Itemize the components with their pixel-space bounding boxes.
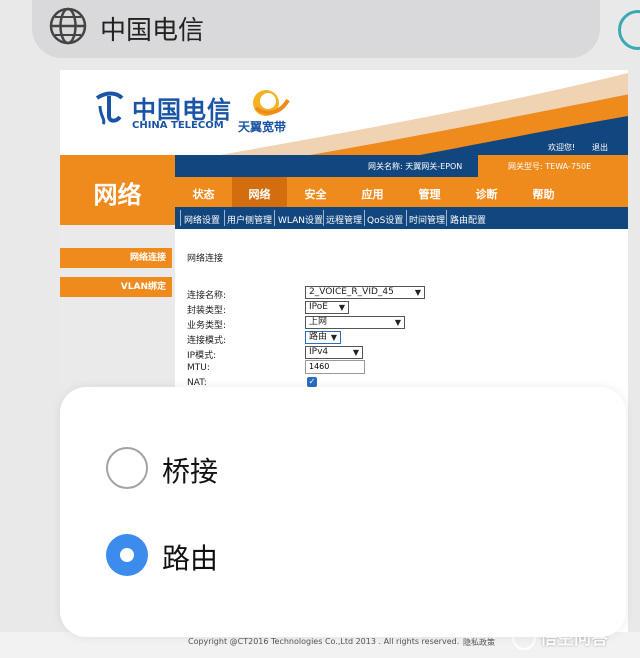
tab-diagnostics[interactable]: 诊断 [458,177,515,207]
content-title: 网络连接 [187,254,224,264]
gateway-name-label: 网关名称: [368,162,403,171]
encap-select[interactable]: IPoE ▼ [305,301,349,314]
encap-label: 封装类型: [187,306,227,316]
tabs-ring-icon[interactable] [618,10,640,50]
subnav-user-side-management[interactable]: 用户侧管理 [227,213,272,226]
conn-mode-label: 连接模式: [187,336,227,346]
service-label: 业务类型: [187,321,227,331]
gateway-model: 网关型号: TEWA-750E [508,161,591,172]
china-telecom-logo-icon [95,91,124,125]
tab-security[interactable]: 安全 [287,177,344,207]
subnav-separator [274,210,275,226]
gateway-model-value: TEWA-750E [545,162,592,171]
subnav-separator [446,210,447,226]
radio-bridge[interactable] [106,447,148,489]
chevron-down-icon: ▼ [414,288,421,297]
subnav-network-settings[interactable]: 网络设置 [184,213,220,226]
conn-mode-select[interactable]: 路由 ▼ [305,331,341,344]
radio-selected-dot [120,548,134,562]
encap-value: IPoE [309,302,328,312]
subnav-separator [323,210,324,226]
subnav-time-management[interactable]: 时间管理 [409,213,445,226]
address-text: 中国电信 [100,16,205,46]
section-title: 网络 [93,181,142,209]
logout-link[interactable]: 退出 [592,142,608,153]
nat-checkbox[interactable]: ✓ [307,377,317,387]
privacy-link[interactable]: 隐私政策 [463,637,495,648]
tab-help[interactable]: 帮助 [515,177,572,207]
sidebar-item-network-connection[interactable]: 网络连接 [60,248,172,268]
copyright-text: Copyright @CT2016 Technologies Co.,Ltd 2… [188,637,460,646]
mtu-input[interactable]: 1460 [305,360,365,374]
conn-mode-value: 路由 [309,332,328,342]
chevron-down-icon: ▼ [338,303,345,312]
gateway-name-value: 天翼网关-EPON [405,162,463,171]
tab-status[interactable]: 状态 [175,177,232,207]
connection-mode-dialog [60,387,626,637]
subnav-separator [180,210,181,226]
subnav-remote-management[interactable]: 远程管理 [326,213,362,226]
ip-mode-select[interactable]: IPv4 ▼ [305,346,363,359]
globe-icon [49,7,87,45]
gateway-name: 网关名称: 天翼网关-EPON [368,161,462,172]
subnav-wlan-settings[interactable]: WLAN设置 [278,213,323,226]
conn-name-label: 连接名称: [187,291,227,301]
conn-name-value: 2_VOICE_R_VID_45 [309,287,394,297]
chevron-down-icon: ▼ [394,318,401,327]
option-route-label[interactable]: 路由 [162,537,218,577]
subnav-separator [224,210,225,226]
gateway-model-label: 网关型号: [508,162,543,171]
option-bridge-label[interactable]: 桥接 [162,450,218,490]
subnav-separator [406,210,407,226]
tab-management[interactable]: 管理 [401,177,458,207]
welcome-text: 欢迎您! [548,143,576,152]
tianyi-logo-icon [253,90,290,116]
chevron-down-icon: ▼ [352,348,359,357]
sidebar-item-vlan-binding[interactable]: VLAN绑定 [60,277,172,297]
service-value: 上网 [309,317,328,327]
chevron-down-icon: ▼ [330,333,337,342]
mtu-label: MTU: [187,363,210,373]
service-select[interactable]: 上网 ▼ [305,316,405,329]
tab-applications[interactable]: 应用 [344,177,401,207]
subnav-separator [364,210,365,226]
subnav-route-config[interactable]: 路由配置 [450,213,486,226]
ip-mode-value: IPv4 [309,347,329,357]
ip-mode-label: IP模式: [187,351,217,361]
conn-name-select[interactable]: 2_VOICE_R_VID_45 ▼ [305,286,425,299]
tianyi-logo-text: 天翼宽带 [238,120,287,134]
tab-network[interactable]: 网络 [232,177,287,207]
subnav-qos-settings[interactable]: QoS设置 [367,213,403,226]
china-telecom-logo-subtext: CHINA TELECOM [132,120,224,131]
